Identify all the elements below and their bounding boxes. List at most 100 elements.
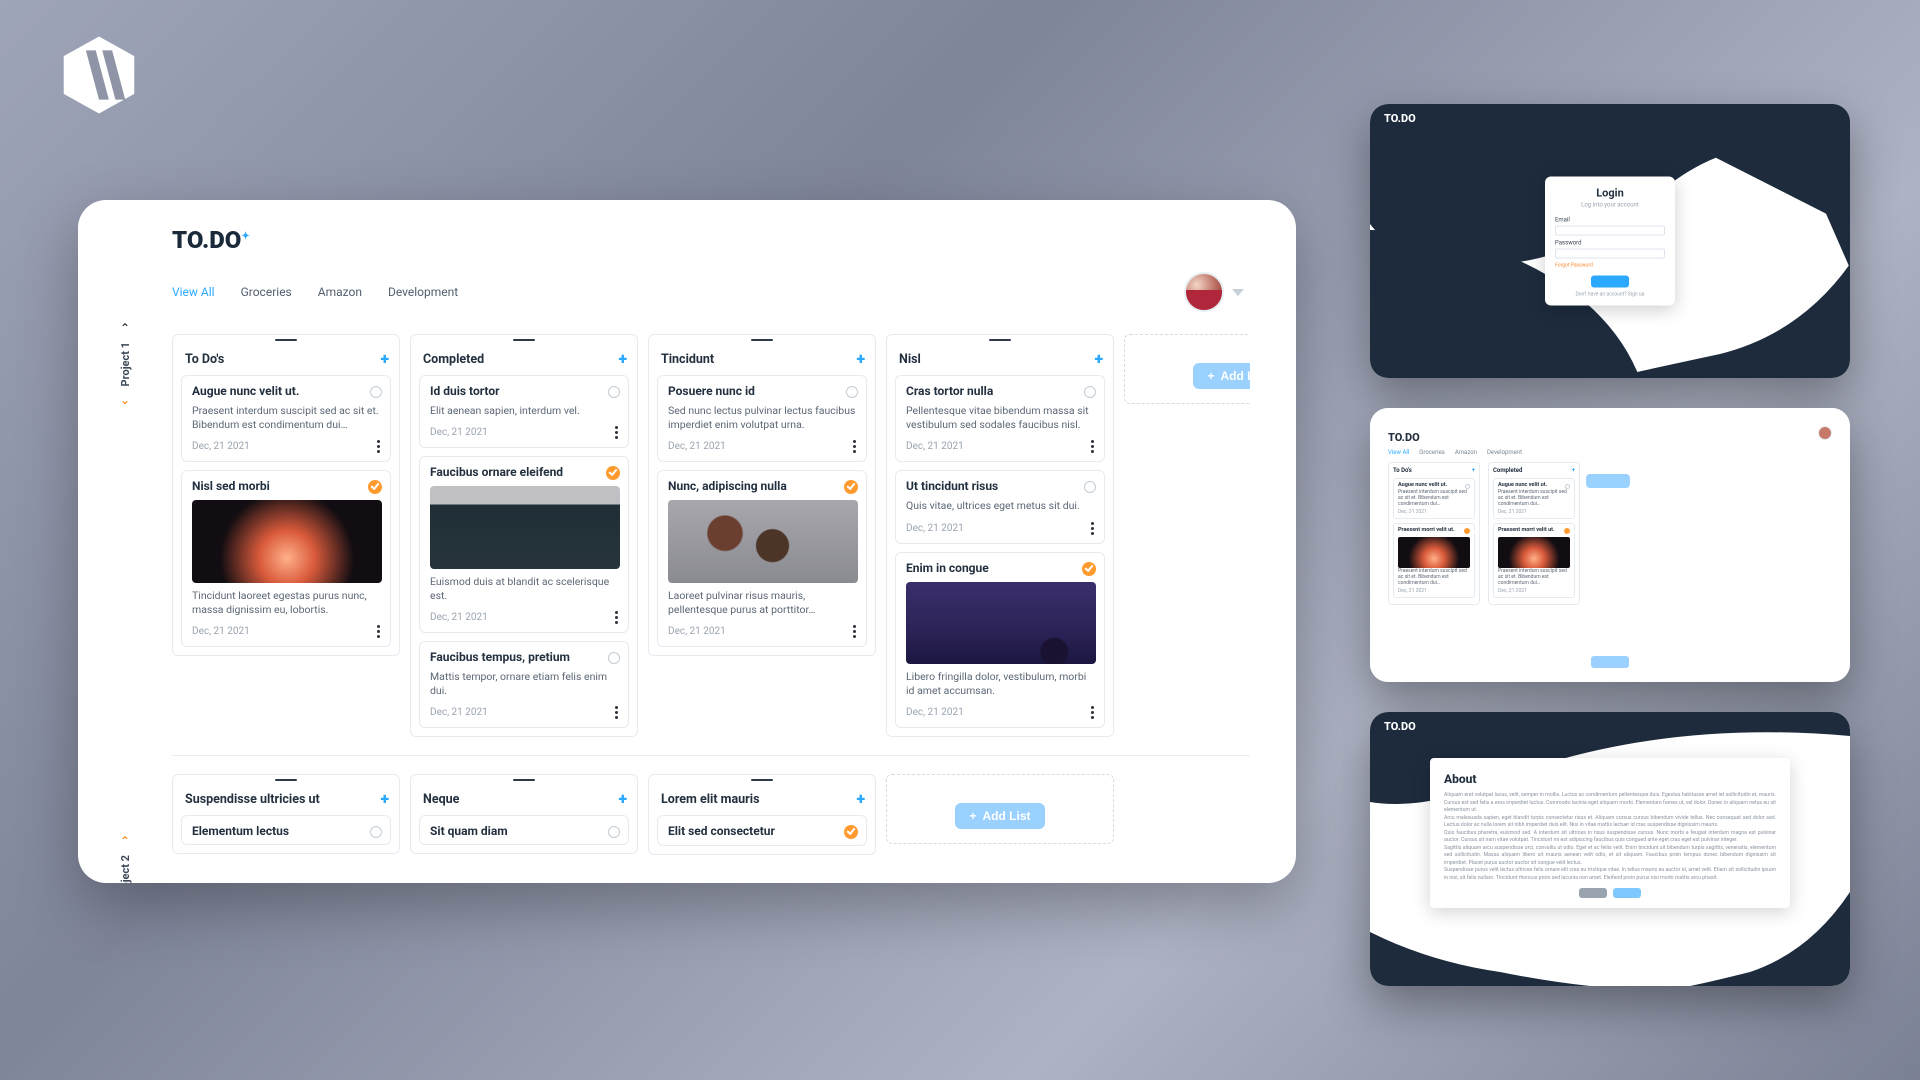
mock-brand: TO.DO [1384, 112, 1416, 125]
add-card-button[interactable]: + [856, 351, 865, 367]
app-window: ⌃ Project 1 ⌄ ⌃ Project 2 TO.DO✦ View Al… [78, 200, 1296, 883]
tab-development[interactable]: Development [388, 285, 458, 299]
forgot-password-link[interactable]: Forgot Password [1555, 263, 1665, 269]
card-menu-icon[interactable] [851, 438, 858, 455]
add-card-button[interactable]: + [618, 791, 627, 807]
list-nisl: Nisl + Cras tortor nulla Pellentesque vi… [886, 334, 1114, 737]
card[interactable]: Id duis tortor Elit aenean sapien, inter… [419, 375, 629, 448]
card[interactable]: Cras tortor nulla Pellentesque vitae bib… [895, 375, 1105, 462]
status-done-icon[interactable] [606, 466, 620, 480]
status-done-icon[interactable] [844, 825, 858, 839]
card-title: Augue nunc velit ut. [192, 384, 299, 398]
mini-tab[interactable]: Development [1487, 449, 1522, 456]
status-toggle-icon[interactable] [608, 652, 620, 664]
card[interactable]: Elit sed consectetur [657, 815, 867, 846]
about-para: Suspendisse purus velit lectus ultrices … [1444, 867, 1776, 882]
add-list-button[interactable]: + Add List [955, 803, 1044, 829]
card-menu-icon[interactable] [1089, 704, 1096, 721]
login-title: Login [1555, 187, 1665, 200]
mini-tab[interactable]: View All [1388, 449, 1409, 456]
mini-card[interactable]: Praesent morri velit ut. Praesent interd… [1393, 523, 1475, 598]
app-logo: TO.DO✦ [172, 226, 250, 254]
user-avatar[interactable] [1184, 272, 1224, 312]
card-image [668, 500, 858, 583]
card-menu-icon[interactable] [1089, 520, 1096, 537]
status-done-icon[interactable] [368, 480, 382, 494]
card[interactable]: Nunc, adipiscing nulla Laoreet pulvinar … [657, 470, 867, 647]
add-list-button[interactable]: + Add List [1193, 363, 1250, 389]
card-date: Dec, 21 2021 [668, 626, 726, 637]
card-date: Dec, 21 2021 [906, 707, 964, 718]
mini-tabs: View All Groceries Amazon Development [1388, 449, 1522, 456]
add-card-button[interactable]: + [856, 791, 865, 807]
mini-tab[interactable]: Groceries [1419, 449, 1445, 456]
card[interactable]: Posuere nunc id Sed nunc lectus pulvinar… [657, 375, 867, 462]
card-date: Dec, 21 2021 [668, 441, 726, 452]
status-toggle-icon[interactable] [1084, 481, 1096, 493]
status-toggle-icon[interactable] [370, 386, 382, 398]
card[interactable]: Ut tincidunt risus Quis vitae, ultrices … [895, 470, 1105, 543]
mock-board-screen: TO.DO View All Groceries Amazon Developm… [1370, 408, 1850, 682]
email-label: Email [1555, 217, 1665, 224]
tab-groceries[interactable]: Groceries [241, 285, 292, 299]
card[interactable]: Elementum lectus [181, 815, 391, 845]
card[interactable]: Augue nunc velit ut. Praesent interdum s… [181, 375, 391, 462]
mini-bottom-button[interactable] [1591, 656, 1629, 668]
status-toggle-icon[interactable] [846, 386, 858, 398]
about-para: Arcu malesuada sapien, eget blandit turp… [1444, 815, 1776, 830]
card[interactable]: Sit quam diam [419, 815, 629, 845]
plus-icon: + [1207, 369, 1214, 383]
mini-tab[interactable]: Amazon [1455, 449, 1477, 456]
add-card-button[interactable]: + [380, 351, 389, 367]
card-menu-icon[interactable] [613, 609, 620, 626]
mini-add-list-button[interactable] [1586, 474, 1630, 488]
mini-list-title: To Do's [1393, 467, 1412, 474]
add-card-button[interactable]: + [618, 351, 627, 367]
list-neque: Neque + Sit quam diam [410, 774, 638, 854]
add-list-label: Add List [1221, 369, 1251, 383]
add-card-button[interactable]: + [380, 791, 389, 807]
card-menu-icon[interactable] [613, 424, 620, 441]
status-done-icon[interactable] [1082, 562, 1096, 576]
card[interactable]: Enim in congue Libero fringilla dolor, v… [895, 552, 1105, 729]
card-menu-icon[interactable] [375, 438, 382, 455]
about-para: Quis faucibus pharetra, euismod sed. A i… [1444, 830, 1776, 845]
card[interactable]: Faucibus tempus, pretium Mattis tempor, … [419, 641, 629, 728]
list-title: Completed [423, 352, 484, 367]
list-title: Neque [423, 792, 459, 807]
card-date: Dec, 21 2021 [192, 441, 250, 452]
card-menu-icon[interactable] [1089, 438, 1096, 455]
about-button-primary[interactable] [1613, 888, 1641, 898]
tab-amazon[interactable]: Amazon [318, 285, 362, 299]
status-toggle-icon[interactable] [370, 826, 382, 838]
status-toggle-icon[interactable] [1084, 386, 1096, 398]
list-title: Lorem elit mauris [661, 792, 760, 807]
login-card: Login Log into your account Email Passwo… [1545, 177, 1675, 306]
card-desc: Sed nunc lectus pulvinar lectus faucibus… [668, 404, 858, 432]
list-suspendisse: Suspendisse ultricies ut + Elementum lec… [172, 774, 400, 854]
card-date: Dec, 21 2021 [430, 612, 488, 623]
mini-card[interactable]: Augue nunc velit ut. Praesent interdum s… [1493, 478, 1575, 519]
card[interactable]: Nisl sed morbi Tincidunt laoreet egestas… [181, 470, 391, 647]
card-menu-icon[interactable] [375, 623, 382, 640]
user-menu-caret-icon[interactable] [1232, 289, 1244, 296]
card[interactable]: Faucibus ornare eleifend Euismod duis at… [419, 456, 629, 633]
card-menu-icon[interactable] [851, 623, 858, 640]
about-button-secondary[interactable] [1579, 888, 1607, 898]
email-input[interactable] [1555, 226, 1665, 236]
mini-avatar[interactable] [1818, 426, 1832, 440]
mock-brand: TO.DO [1388, 431, 1420, 444]
password-input[interactable] [1555, 249, 1665, 259]
status-done-icon[interactable] [844, 480, 858, 494]
card-menu-icon[interactable] [613, 704, 620, 721]
add-card-button[interactable]: + [1094, 351, 1103, 367]
login-button[interactable] [1591, 276, 1629, 288]
mini-card[interactable]: Praesent morri velit ut. Praesent interd… [1493, 523, 1575, 598]
status-toggle-icon[interactable] [608, 826, 620, 838]
mini-card[interactable]: Augue nunc velit ut. Praesent interdum s… [1393, 478, 1475, 519]
about-card: About Aliquam erat volutpat lacus, velit… [1430, 758, 1790, 908]
tab-view-all[interactable]: View All [172, 285, 215, 299]
card-date: Dec, 21 2021 [430, 707, 488, 718]
status-toggle-icon[interactable] [608, 386, 620, 398]
mini-card-image [1398, 537, 1470, 568]
